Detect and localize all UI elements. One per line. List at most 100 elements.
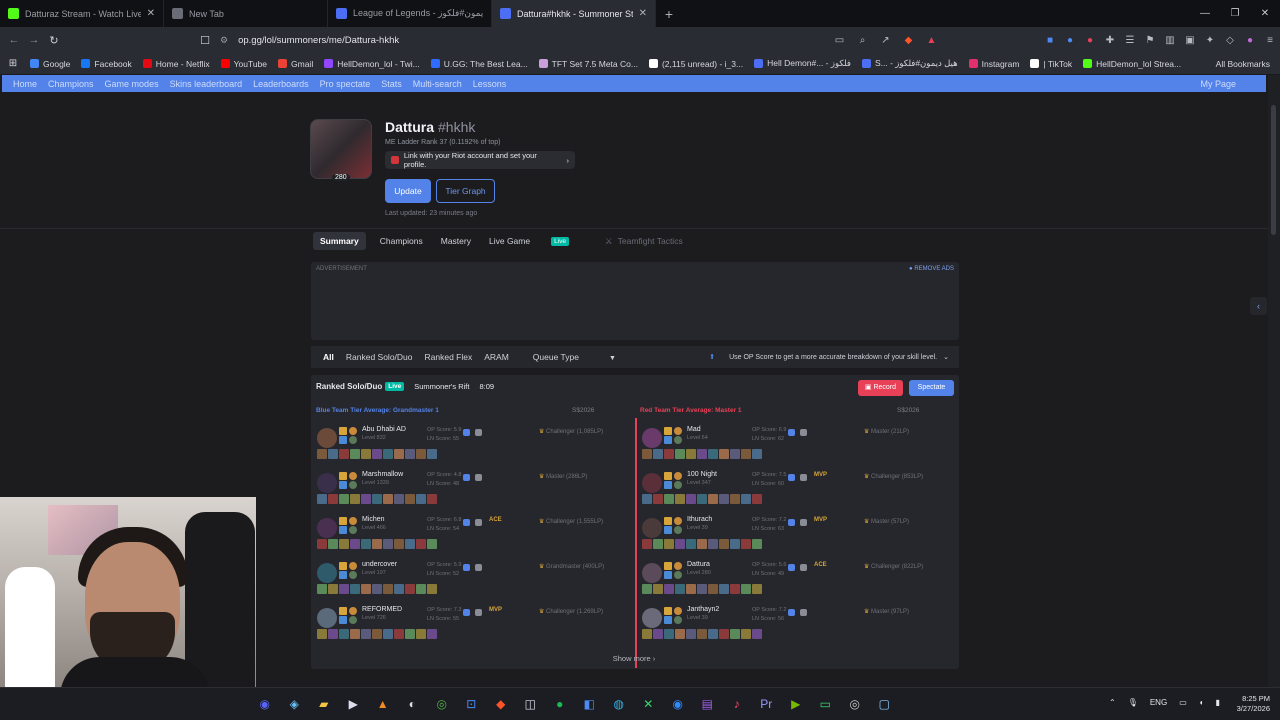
notepad-icon[interactable]: ▢ [870, 695, 900, 713]
edge-icon[interactable]: ◍ [604, 695, 634, 713]
player-name[interactable]: Ithurach [687, 516, 712, 523]
brave-shield-icon[interactable]: ◆ [897, 35, 920, 46]
nvidia-icon[interactable]: ▶ [781, 695, 811, 713]
close-window-icon[interactable]: ✕ [1250, 0, 1280, 27]
player-name[interactable]: Abu Dhabi AD [362, 426, 406, 433]
player-row[interactable]: Michen Level 466 OP Score: 6.8 LN Score: 54… [313, 512, 633, 558]
player-row[interactable]: Ithurach Level 39 OP Score: 7.2 LN Score: 6… [638, 512, 958, 558]
scrollbar-thumb[interactable] [1271, 105, 1276, 235]
bookmark-item[interactable]: Google [30, 59, 70, 69]
zoom-icon[interactable]: ⌕ [851, 35, 874, 46]
app-icon[interactable]: ◧ [575, 695, 605, 713]
queue-type-select[interactable]: Queue Type ▼ [521, 352, 616, 362]
tab-new-tab[interactable]: New Tab [164, 0, 328, 27]
player-row[interactable]: Mad Level 64 OP Score: 6.9 LN Score: 62 ♛ Ma… [638, 422, 958, 468]
new-tab-button[interactable]: + [656, 6, 682, 22]
maximize-icon[interactable]: ❐ [1220, 0, 1250, 27]
zoom-app-icon[interactable]: ◉ [663, 695, 693, 713]
reload-icon[interactable]: ↻ [44, 34, 64, 47]
tiktok-icon[interactable]: ♪ [722, 695, 752, 713]
player-row[interactable]: Janthayn2 Level 39 OP Score: 7.2 LN Score: … [638, 602, 958, 648]
tab-tft[interactable]: ⚔ Teamfight Tactics [605, 236, 701, 247]
player-name[interactable]: undercover [362, 561, 397, 568]
app-icon[interactable]: ▭ [811, 695, 841, 713]
nav-multi-search[interactable]: Multi-search [413, 79, 462, 89]
bookmark-item[interactable]: Facebook [81, 59, 132, 69]
tab-kick-stream[interactable]: Datturaz Stream - Watch Live ✕ [0, 0, 164, 27]
player-name[interactable]: Dattura [687, 561, 710, 568]
tier-graph-button[interactable]: Tier Graph [436, 179, 495, 203]
nav-lessons[interactable]: Lessons [473, 79, 507, 89]
player-row[interactable]: Marshmallow Level 1339 OP Score: 4.8 LN Sco… [313, 467, 633, 513]
bookmark-item[interactable]: U.GG: The Best Lea... [430, 59, 528, 69]
extension-icon[interactable]: ● [1080, 35, 1100, 46]
profile-icon[interactable]: ● [1240, 35, 1260, 46]
tab-summary[interactable]: Summary [313, 232, 366, 250]
nav-home[interactable]: Home [13, 79, 37, 89]
back-icon[interactable]: ← [4, 34, 24, 46]
player-row[interactable]: undercover Level 197 OP Score: 5.9 LN Score… [313, 557, 633, 603]
battery-icon[interactable]: ▮ [1216, 698, 1220, 707]
github-icon[interactable]: ◐ [398, 695, 428, 713]
close-icon[interactable]: ✕ [147, 8, 155, 19]
spotify-icon[interactable]: ● [545, 695, 575, 713]
filter-aram[interactable]: ARAM [484, 352, 509, 362]
volume-icon[interactable]: ◖ [1199, 698, 1204, 707]
wallet-icon[interactable]: ▣ [1180, 35, 1200, 46]
filter-ranked-flex[interactable]: Ranked Flex [425, 352, 473, 362]
language[interactable]: ENG [1150, 698, 1167, 707]
bookmark-item[interactable]: Instagram [968, 59, 1019, 69]
camera-icon[interactable]: ◫ [516, 695, 546, 713]
nav-pro-spectate[interactable]: Pro spectate [320, 79, 371, 89]
puzzle-icon[interactable]: ✚ [1100, 35, 1120, 46]
tab-mastery[interactable]: Mastery [441, 236, 471, 246]
filter-ranked-solo[interactable]: Ranked Solo/Duo [346, 352, 413, 362]
collapse-sidebar-icon[interactable]: ‹ [1250, 297, 1267, 315]
sidebar-icon[interactable]: ▥ [1160, 35, 1180, 46]
bookmark-item[interactable]: HellDemon_lol - Twi... [324, 59, 420, 69]
bookmark-item[interactable]: TFT Set 7.5 Meta Co... [538, 59, 638, 69]
reading-list-icon[interactable]: ☰ [1120, 35, 1140, 46]
player-name[interactable]: Marshmallow [362, 471, 403, 478]
clock[interactable]: 8:25 PM 3/27/2026 [1237, 694, 1270, 714]
vpn-icon[interactable]: ◇ [1220, 35, 1240, 46]
player-row[interactable]: Dattura Level 280 OP Score: 5.6 LN Score: 4… [638, 557, 958, 603]
remove-ads-link[interactable]: ● REMOVE ADS [909, 266, 954, 272]
my-page-link[interactable]: My Page [1200, 79, 1236, 89]
nav-champions[interactable]: Champions [48, 79, 94, 89]
mic-icon[interactable]: 🎙 [1128, 698, 1138, 707]
op-score-hint[interactable]: ⬆ Use OP Score to get a more accurate br… [697, 353, 949, 361]
player-name[interactable]: REFORMED [362, 606, 402, 613]
player-row[interactable]: 100 Night Level 347 OP Score: 7.5 LN Score:… [638, 467, 958, 513]
rewards-icon[interactable]: ▲ [920, 35, 943, 46]
monitor-icon[interactable]: ▭ [1179, 698, 1187, 707]
explorer-icon[interactable]: ▰ [309, 695, 339, 713]
steam-icon[interactable]: ◈ [280, 695, 310, 713]
nav-game-modes[interactable]: Game modes [105, 79, 159, 89]
riot-link-banner[interactable]: Link with your Riot account and set your… [385, 151, 575, 169]
obs-icon[interactable]: ◎ [840, 695, 870, 713]
bookmark-item[interactable]: Home - Netflix [142, 59, 210, 69]
bookmark-icon[interactable]: ☐ [195, 34, 215, 47]
bookmark-item[interactable]: YouTube [220, 59, 267, 69]
bookmark-item[interactable]: S... - هيل ديمون#فلكوز [861, 58, 958, 69]
share-icon[interactable]: ↗ [874, 35, 897, 46]
install-icon[interactable]: ▭ [828, 35, 851, 46]
discord-icon[interactable]: ◉ [250, 695, 280, 713]
filter-all[interactable]: All [323, 352, 334, 362]
app-icon[interactable]: ✕ [634, 695, 664, 713]
bookmark-item[interactable]: | TikTok [1030, 59, 1072, 69]
minimize-icon[interactable]: — [1190, 0, 1220, 27]
player-name[interactable]: Michen [362, 516, 385, 523]
tab-champions[interactable]: Champions [380, 236, 423, 246]
nav-leaderboards[interactable]: Leaderboards [253, 79, 309, 89]
bookmark-item[interactable]: (2,115 unread) - i_3... [648, 59, 743, 69]
player-name[interactable]: 100 Night [687, 471, 717, 478]
player-name[interactable]: Mad [687, 426, 701, 433]
all-bookmarks[interactable]: All Bookmarks [1216, 59, 1270, 69]
update-button[interactable]: Update [385, 179, 431, 203]
brave-icon[interactable]: ◆ [486, 695, 516, 713]
player-row[interactable]: REFORMED Level 726 OP Score: 7.3 LN Score: … [313, 602, 633, 648]
player-name[interactable]: Janthayn2 [687, 606, 719, 613]
premiere-icon[interactable]: Pr [752, 695, 782, 713]
